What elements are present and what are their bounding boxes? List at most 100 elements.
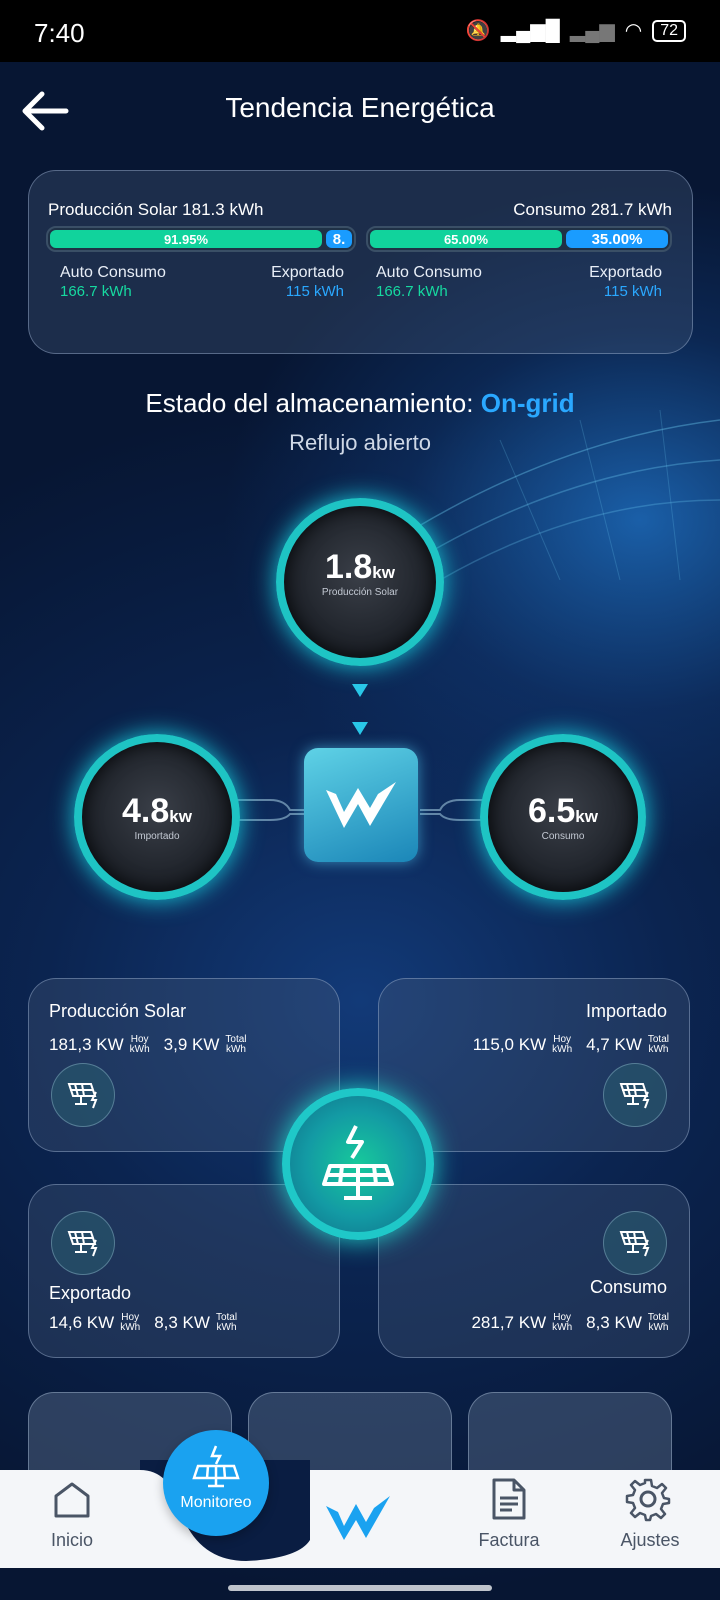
solar-card-title: Producción Solar — [49, 1001, 187, 1021]
export-today-unit: Hoy kWh — [120, 1313, 140, 1333]
consumption-progress-bar: 65.00% 35.00% — [366, 226, 672, 252]
consumption-node-caption: Consumo — [541, 831, 585, 842]
inverter-logo-box — [304, 748, 418, 862]
signal-off-icon: ▂▄▆ — [569, 20, 615, 42]
import-card-values: 115,0 KW Hoy kWh 4,7 KW Total kWh — [473, 1035, 669, 1055]
flow-arrow-icon — [352, 722, 368, 735]
solar-node-value: 1.8 — [325, 548, 373, 586]
nav-monitoreo[interactable]: Monitoreo — [163, 1430, 269, 1536]
import-node-caption: Importado — [134, 831, 180, 842]
import-today-unit: Hoy kWh — [552, 1035, 572, 1055]
solar-monitor-icon — [192, 1445, 240, 1488]
consumption-self-fill: 65.00% — [370, 230, 562, 248]
unit-bottom: kWh — [225, 1044, 246, 1055]
solar-node-value-wrap: 1.8kw — [284, 548, 436, 587]
gear-icon — [625, 1478, 671, 1522]
unit-bottom: kWh — [216, 1322, 237, 1333]
solar-node-unit: kw — [372, 563, 395, 582]
right-export-label: Exportado — [589, 264, 662, 281]
import-node[interactable]: 4.8kw Importado — [74, 734, 240, 900]
solar-production-node[interactable]: 1.8kw Producción Solar — [276, 498, 444, 666]
home-icon — [54, 1482, 90, 1518]
solar-panel-icon — [51, 1211, 115, 1275]
consumption-total: Consumo 281.7 kWh — [513, 200, 672, 219]
battery-icon: 72 — [652, 19, 686, 42]
solar-panel-icon — [51, 1063, 115, 1127]
solar-node-caption: Producción Solar — [321, 587, 399, 598]
left-export-label: Exportado — [271, 264, 344, 281]
unit-bottom: kWh — [648, 1044, 669, 1055]
consumption-total-unit: Total kWh — [648, 1313, 669, 1333]
unit-bottom: kWh — [120, 1322, 141, 1333]
import-card-title: Importado — [585, 1001, 667, 1021]
left-auto-label: Auto Consumo — [60, 264, 166, 281]
solar-card-values: 181,3 KW Hoy kWh 3,9 KW Total kWh — [49, 1035, 247, 1055]
consumption-node[interactable]: 6.5kw Consumo — [480, 734, 646, 900]
mini-card-3[interactable] — [468, 1392, 672, 1472]
nav-factura-label[interactable]: Factura — [462, 1530, 556, 1551]
nav-monitoreo-label[interactable]: Monitoreo — [163, 1494, 269, 1512]
nav-factura[interactable] — [484, 1476, 532, 1527]
status-icons: 🔕 ▂▄▆█ ▂▄▆ ◠ 72 — [466, 18, 686, 43]
left-export-value: 115 kWh — [285, 283, 344, 300]
solar-panel-icon — [603, 1063, 667, 1127]
unit-bottom: kWh — [552, 1322, 573, 1333]
right-auto-value: 166.7 kWh — [376, 283, 448, 300]
nav-ajustes-label[interactable]: Ajustes — [604, 1530, 696, 1551]
export-today-value: 14,6 KW — [49, 1313, 115, 1332]
import-total-value: 4,7 KW — [586, 1035, 642, 1054]
unit-bottom: kWh — [648, 1322, 669, 1333]
consumption-card-values: 281,7 KW Hoy kWh 8,3 KW Total kWh — [471, 1313, 669, 1333]
consumption-today-unit: Hoy kWh — [552, 1313, 572, 1333]
flow-arrow-icon — [352, 684, 368, 697]
consumption-grid-fill: 35.00% — [566, 230, 668, 248]
consumption-node-inner: 6.5kw Consumo — [488, 742, 638, 892]
consumption-node-value-wrap: 6.5kw — [488, 792, 638, 831]
solar-today-value: 181,3 KW — [49, 1035, 124, 1054]
solar-total-unit: Total kWh — [225, 1035, 246, 1055]
unit-bottom: kWh — [552, 1044, 573, 1055]
export-total-unit: Total kWh — [216, 1313, 237, 1333]
export-card-values: 14,6 KW Hoy kWh 8,3 KW Total kWh — [49, 1313, 237, 1333]
consumption-card-title: Consumo — [589, 1277, 667, 1297]
solar-today-unit: Hoy kWh — [130, 1035, 150, 1055]
nav-ajustes[interactable] — [624, 1476, 672, 1527]
energy-summary-card — [28, 170, 693, 354]
gesture-bar[interactable] — [228, 1585, 492, 1591]
import-node-value: 4.8 — [122, 792, 170, 830]
brand-logo-icon — [326, 1496, 390, 1540]
export-card-title: Exportado — [49, 1283, 132, 1303]
import-node-inner: 4.8kw Importado — [82, 742, 232, 892]
consumption-node-value: 6.5 — [528, 792, 576, 830]
left-auto-value: 166.7 kWh — [60, 283, 132, 300]
nav-inicio-label[interactable]: Inicio — [34, 1530, 110, 1551]
import-total-unit: Total kWh — [648, 1035, 669, 1055]
brand-logo-icon — [326, 782, 396, 828]
solar-export-fill: 8. — [326, 230, 352, 248]
wifi-icon: ◠ — [624, 20, 643, 42]
right-export-value: 115 kWh — [603, 283, 662, 300]
import-node-value-wrap: 4.8kw — [82, 792, 232, 831]
export-total-value: 8,3 KW — [154, 1313, 210, 1332]
solar-progress-bar: 91.95% 8. — [46, 226, 356, 252]
solar-self-use-fill: 91.95% — [50, 230, 322, 248]
mute-icon: 🔕 — [465, 20, 491, 42]
consumption-node-unit: kw — [575, 807, 598, 826]
invoice-icon — [492, 1478, 526, 1520]
signal-icon: ▂▄▆█ — [500, 20, 560, 42]
import-today-value: 115,0 KW — [472, 1035, 547, 1054]
consumption-total-value: 8,3 KW — [586, 1313, 642, 1332]
status-time: 7:40 — [34, 18, 85, 48]
solar-panel-icon — [603, 1211, 667, 1275]
import-node-unit: kw — [169, 807, 192, 826]
consumption-today-value: 281,7 KW — [471, 1313, 547, 1332]
right-auto-label: Auto Consumo — [376, 264, 482, 281]
solar-production-total: Producción Solar 181.3 kWh — [48, 200, 264, 219]
unit-bottom: kWh — [129, 1044, 150, 1055]
nav-inicio[interactable] — [44, 1478, 100, 1527]
page-title: Tendencia Energética — [225, 92, 495, 123]
solar-hub-button[interactable] — [282, 1088, 434, 1240]
nav-brand-logo[interactable] — [324, 1488, 394, 1548]
solar-total-value: 3,9 KW — [163, 1035, 220, 1054]
solar-panel-bolt-icon — [322, 1125, 394, 1200]
